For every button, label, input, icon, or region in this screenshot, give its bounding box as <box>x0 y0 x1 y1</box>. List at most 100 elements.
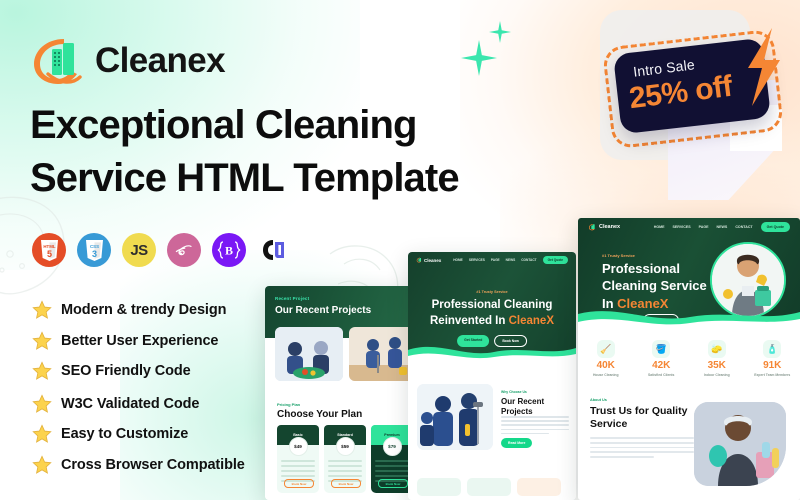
feature-card <box>417 478 461 496</box>
hero-title-line-2: Reinvented In <box>430 314 509 327</box>
stat-value: 91K <box>763 360 782 371</box>
status-badge: Intro Sale 25% off <box>601 28 785 150</box>
plan-feature-line <box>281 460 315 462</box>
stat-value: 35K <box>707 360 726 371</box>
plan-book-button[interactable]: Book Now <box>284 479 314 488</box>
text-line <box>501 428 569 431</box>
mockup-screenshot-middle[interactable]: Cleanex HOME SERVICES PAGE NEWS CONTACT … <box>408 252 576 500</box>
plan-feature-line <box>281 474 315 477</box>
stat-item: 🧽 35K Indoor Cleaning <box>693 340 741 377</box>
plan-price: $59 <box>335 437 355 456</box>
feature-label: W3C Validated Code <box>61 395 200 412</box>
hero-title-line-2: Cleaning Service <box>602 278 707 294</box>
nav-item[interactable]: CONTACT <box>735 225 752 229</box>
cleanex-logo-icon <box>30 33 82 87</box>
pricing-card-basic[interactable]: Basic $49 Book Now <box>277 425 319 493</box>
css3-icon: CSS 3 <box>77 233 111 267</box>
feature-label: Modern & trendy Design <box>61 302 227 318</box>
pricing-card-standard[interactable]: Standard $59 Book Now <box>324 425 366 493</box>
svg-text:3: 3 <box>91 249 96 259</box>
projects-eyebrow: Why Choose Us <box>501 390 527 394</box>
feature-card <box>517 478 561 496</box>
mockup-right-body: 🧹 40K House Cleaning 🪣 42K Satisfied Cli… <box>578 328 800 500</box>
hero-title-line-1: Professional Cleaning <box>431 299 553 311</box>
hero-title-highlight: CleaneX <box>508 314 554 327</box>
trust-body-text <box>590 437 694 459</box>
star-icon <box>32 300 52 319</box>
text-line <box>501 416 569 418</box>
text-line <box>501 420 569 422</box>
nav-cta-button[interactable]: Get Quote <box>760 222 790 232</box>
technology-badges: HTML 5 CSS 3 JS B <box>32 233 291 267</box>
bucket-icon: 🪣 <box>652 340 671 358</box>
nav-cta-button[interactable]: Get Quote <box>542 255 568 265</box>
mockup-left-gallery <box>275 327 420 381</box>
nav-item[interactable]: HOME <box>654 225 665 229</box>
promo-banner: Cleanex Exceptional Cleaning Service HTM… <box>0 0 800 500</box>
brand-name: Cleanex <box>95 40 226 80</box>
plan-book-button[interactable]: Book Now <box>378 479 408 488</box>
lightning-bolt-icon <box>748 28 780 106</box>
hero-wave-divider <box>578 311 800 328</box>
stat-label: Satisfied Clients <box>648 373 675 377</box>
trust-title: Trust Us for Quality Service <box>590 405 688 431</box>
star-icon <box>32 424 52 443</box>
list-item: Easy to Customize <box>32 424 245 444</box>
svg-text:5: 5 <box>46 249 51 259</box>
mockup-left-title: Our Recent Projects <box>275 305 372 316</box>
mockup-left-pricing: Pricing Plan Choose Your Plan Basic $49 … <box>265 392 420 500</box>
hero-eyebrow: #1 Trusty Service <box>476 290 508 294</box>
feature-label: Better User Experience <box>61 332 219 349</box>
star-icon <box>32 330 52 350</box>
pricing-card-premium[interactable]: Premium $79 Book Now <box>371 425 413 493</box>
plan-feature-line <box>328 474 362 477</box>
mockup-screenshot-right[interactable]: Cleanex HOME SERVICES PAGE NEWS CONTACT … <box>578 218 800 500</box>
mockup-right-hero: Cleanex HOME SERVICES PAGE NEWS CONTACT … <box>578 218 800 328</box>
mockup-middle-body: Why Choose Us Our Recent Projects Read M… <box>408 360 576 500</box>
plan-name: Premium <box>384 433 400 437</box>
plan-book-button[interactable]: Book Now <box>331 479 361 488</box>
nav-item[interactable]: PAGE <box>491 258 500 262</box>
plan-feature-line <box>328 469 362 472</box>
mop-icon: 🧽 <box>707 340 726 358</box>
list-item: Cross Browser Compatible <box>32 454 245 475</box>
stat-label: Expert Team Members <box>754 373 791 377</box>
plan-name: Standard <box>337 433 353 437</box>
nav-item[interactable]: SERVICES <box>673 225 691 229</box>
nav-item[interactable]: HOME <box>453 258 463 262</box>
star-icon <box>32 361 52 380</box>
star-icon <box>32 454 52 474</box>
nav-item[interactable]: SERVICES <box>469 258 485 262</box>
list-item: Modern & trendy Design <box>32 300 245 320</box>
nav-item[interactable]: NEWS <box>717 225 728 229</box>
sass-icon <box>167 233 201 267</box>
projects-read-more-button[interactable]: Read More <box>501 438 533 448</box>
mockup-screenshot-left[interactable]: Recent Project Our Recent Projects Prici… <box>265 286 420 500</box>
plan-feature-line <box>328 460 362 462</box>
headline-line-1: Exceptional Cleaning <box>30 103 417 147</box>
stat-item: 🪣 42K Satisfied Clients <box>637 340 685 377</box>
nav-item[interactable]: PAGE <box>699 225 709 229</box>
javascript-icon: JS <box>122 233 156 267</box>
mockup-right-navbar: Cleanex HOME SERVICES PAGE NEWS CONTACT … <box>578 218 800 236</box>
plan-feature-line <box>375 460 409 462</box>
page-title: Exceptional Cleaning Service HTML Templa… <box>30 99 550 205</box>
svg-text:B: B <box>225 244 233 258</box>
gallery-photo <box>275 327 343 381</box>
sparkle-icon-large <box>461 40 497 76</box>
stat-item: 🧹 40K House Cleaning <box>582 340 630 377</box>
stat-item: 🧴 91K Expert Team Members <box>748 340 796 377</box>
projects-title: Our Recent Projects <box>501 397 545 416</box>
brand-text: Cleanex <box>599 224 621 230</box>
headline-line-2: Service HTML Template <box>30 155 460 200</box>
text-line <box>590 437 694 439</box>
plan-feature-line <box>375 469 409 472</box>
brand-text: Cleanex <box>424 257 442 263</box>
stat-label: House Cleaning <box>592 373 619 377</box>
mockup-middle-navbar: Cleanex HOME SERVICES PAGE NEWS CONTACT … <box>408 252 576 268</box>
nav-item[interactable]: NEWS <box>506 258 516 262</box>
nav-item[interactable]: CONTACT <box>521 258 536 262</box>
plan-feature-line <box>281 464 315 467</box>
stats-row: 🧹 40K House Cleaning 🪣 42K Satisfied Cli… <box>578 340 800 377</box>
broom-icon: 🧹 <box>596 340 615 358</box>
